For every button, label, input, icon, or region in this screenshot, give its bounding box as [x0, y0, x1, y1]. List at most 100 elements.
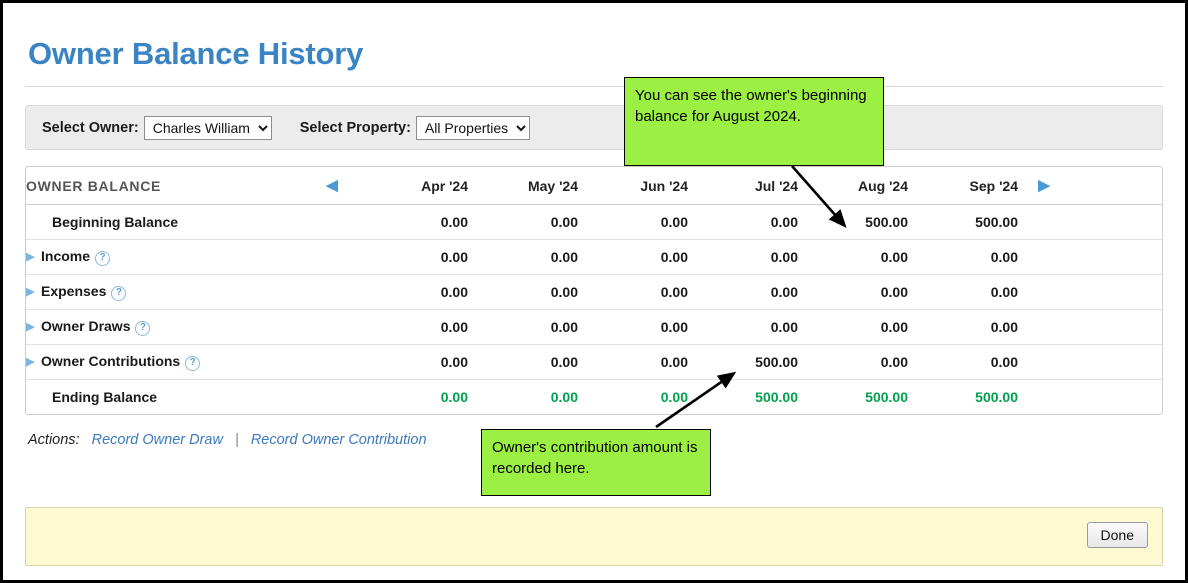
amount-cell: 0.00: [578, 380, 688, 415]
row-label-text: Ending Balance: [52, 389, 157, 405]
table-row: ▶Owner Draws?0.000.000.000.000.000.00: [26, 310, 1162, 345]
owner-filter-group: Select Owner: Charles William: [42, 116, 272, 140]
amount-cell: 500.00: [688, 380, 798, 415]
help-icon[interactable]: ?: [111, 286, 126, 301]
row-label-cell: Ending Balance: [26, 380, 306, 415]
row-label-text: Income: [41, 248, 90, 264]
amount-cell: 0.00: [358, 205, 468, 240]
amount-cell: 0.00: [798, 240, 908, 275]
next-period-button[interactable]: ▶: [1018, 167, 1070, 205]
callout-beginning-balance: You can see the owner's beginning balanc…: [624, 77, 884, 166]
table-corner-title: OWNER BALANCE: [26, 167, 306, 205]
row-label-text: Owner Draws: [41, 318, 130, 334]
actions-separator: |: [235, 432, 239, 448]
chevron-right-icon[interactable]: ▶: [1038, 177, 1050, 194]
amount-cell: 0.00: [578, 345, 688, 380]
owner-balance-table: OWNER BALANCE ◀ Apr '24 May '24 Jun '24 …: [26, 167, 1162, 414]
amount-cell: 0.00: [578, 310, 688, 345]
chevron-left-icon[interactable]: ◀: [326, 177, 338, 194]
amount-cell: 0.00: [468, 380, 578, 415]
amount-cell: 0.00: [908, 240, 1018, 275]
amount-cell: 0.00: [468, 240, 578, 275]
amount-cell: 0.00: [688, 275, 798, 310]
row-label-text: Owner Contributions: [41, 353, 180, 369]
owner-balance-table-container: OWNER BALANCE ◀ Apr '24 May '24 Jun '24 …: [25, 166, 1163, 415]
row-spacer: [1070, 380, 1162, 415]
amount-cell: 0.00: [908, 310, 1018, 345]
amount-cell: 500.00: [688, 345, 798, 380]
help-icon[interactable]: ?: [135, 321, 150, 336]
month-header-1: May '24: [468, 167, 578, 205]
amount-cell: 0.00: [358, 240, 468, 275]
row-spacer: [1070, 345, 1162, 380]
row-end-nav-spacer: [1018, 240, 1070, 275]
table-row: ▶Income?0.000.000.000.000.000.00: [26, 240, 1162, 275]
table-header: OWNER BALANCE ◀ Apr '24 May '24 Jun '24 …: [26, 167, 1162, 205]
row-end-nav-spacer: [1018, 205, 1070, 240]
month-header-2: Jun '24: [578, 167, 688, 205]
amount-cell: 0.00: [358, 380, 468, 415]
row-nav-spacer: [306, 275, 358, 310]
table-body: Beginning Balance0.000.000.000.00500.005…: [26, 205, 1162, 415]
amount-cell: 0.00: [798, 275, 908, 310]
amount-cell: 500.00: [798, 380, 908, 415]
select-owner-label: Select Owner:: [42, 120, 139, 136]
amount-cell: 500.00: [908, 205, 1018, 240]
prev-period-button[interactable]: ◀: [306, 167, 358, 205]
row-end-nav-spacer: [1018, 345, 1070, 380]
amount-cell: 0.00: [908, 275, 1018, 310]
row-end-nav-spacer: [1018, 310, 1070, 345]
row-label-cell: Beginning Balance: [26, 205, 306, 240]
row-label-text: Beginning Balance: [52, 214, 178, 230]
amount-cell: 0.00: [358, 345, 468, 380]
row-end-nav-spacer: [1018, 380, 1070, 415]
row-label-text: Expenses: [41, 283, 106, 299]
amount-cell: 0.00: [468, 310, 578, 345]
help-icon[interactable]: ?: [185, 356, 200, 371]
row-nav-spacer: [306, 345, 358, 380]
month-header-5: Sep '24: [908, 167, 1018, 205]
amount-cell: 0.00: [798, 310, 908, 345]
amount-cell: 0.00: [688, 240, 798, 275]
row-label-cell[interactable]: ▶Owner Contributions?: [26, 345, 306, 380]
month-header-0: Apr '24: [358, 167, 468, 205]
amount-cell: 500.00: [798, 205, 908, 240]
month-header-4: Aug '24: [798, 167, 908, 205]
amount-cell: 0.00: [468, 205, 578, 240]
property-filter-group: Select Property: All Properties: [300, 116, 530, 140]
row-spacer: [1070, 205, 1162, 240]
expand-triangle-icon[interactable]: ▶: [26, 250, 38, 263]
amount-cell: 0.00: [578, 240, 688, 275]
help-icon[interactable]: ?: [95, 251, 110, 266]
expand-triangle-icon[interactable]: ▶: [26, 285, 38, 298]
amount-cell: 0.00: [468, 275, 578, 310]
select-property-dropdown[interactable]: All Properties: [416, 116, 530, 140]
record-owner-contribution-link[interactable]: Record Owner Contribution: [251, 432, 427, 448]
row-spacer: [1070, 310, 1162, 345]
month-header-3: Jul '24: [688, 167, 798, 205]
row-label-cell[interactable]: ▶Income?: [26, 240, 306, 275]
row-label-cell[interactable]: ▶Owner Draws?: [26, 310, 306, 345]
row-label-cell[interactable]: ▶Expenses?: [26, 275, 306, 310]
record-owner-draw-link[interactable]: Record Owner Draw: [92, 432, 223, 448]
amount-cell: 0.00: [358, 310, 468, 345]
table-row: Beginning Balance0.000.000.000.00500.005…: [26, 205, 1162, 240]
page-title: Owner Balance History: [28, 36, 1163, 72]
expand-triangle-icon[interactable]: ▶: [26, 320, 38, 333]
actions-label: Actions:: [28, 432, 80, 448]
title-divider: [25, 86, 1163, 87]
table-row: Ending Balance0.000.000.00500.00500.0050…: [26, 380, 1162, 415]
row-nav-spacer: [306, 240, 358, 275]
row-spacer: [1070, 275, 1162, 310]
done-button[interactable]: Done: [1087, 522, 1148, 548]
select-owner-dropdown[interactable]: Charles William: [144, 116, 272, 140]
amount-cell: 0.00: [798, 345, 908, 380]
row-nav-spacer: [306, 205, 358, 240]
table-row: ▶Owner Contributions?0.000.000.00500.000…: [26, 345, 1162, 380]
amount-cell: 0.00: [688, 205, 798, 240]
filter-bar: Select Owner: Charles William Select Pro…: [25, 105, 1163, 150]
amount-cell: 0.00: [908, 345, 1018, 380]
row-nav-spacer: [306, 380, 358, 415]
header-spacer: [1070, 167, 1162, 205]
expand-triangle-icon[interactable]: ▶: [26, 355, 38, 368]
